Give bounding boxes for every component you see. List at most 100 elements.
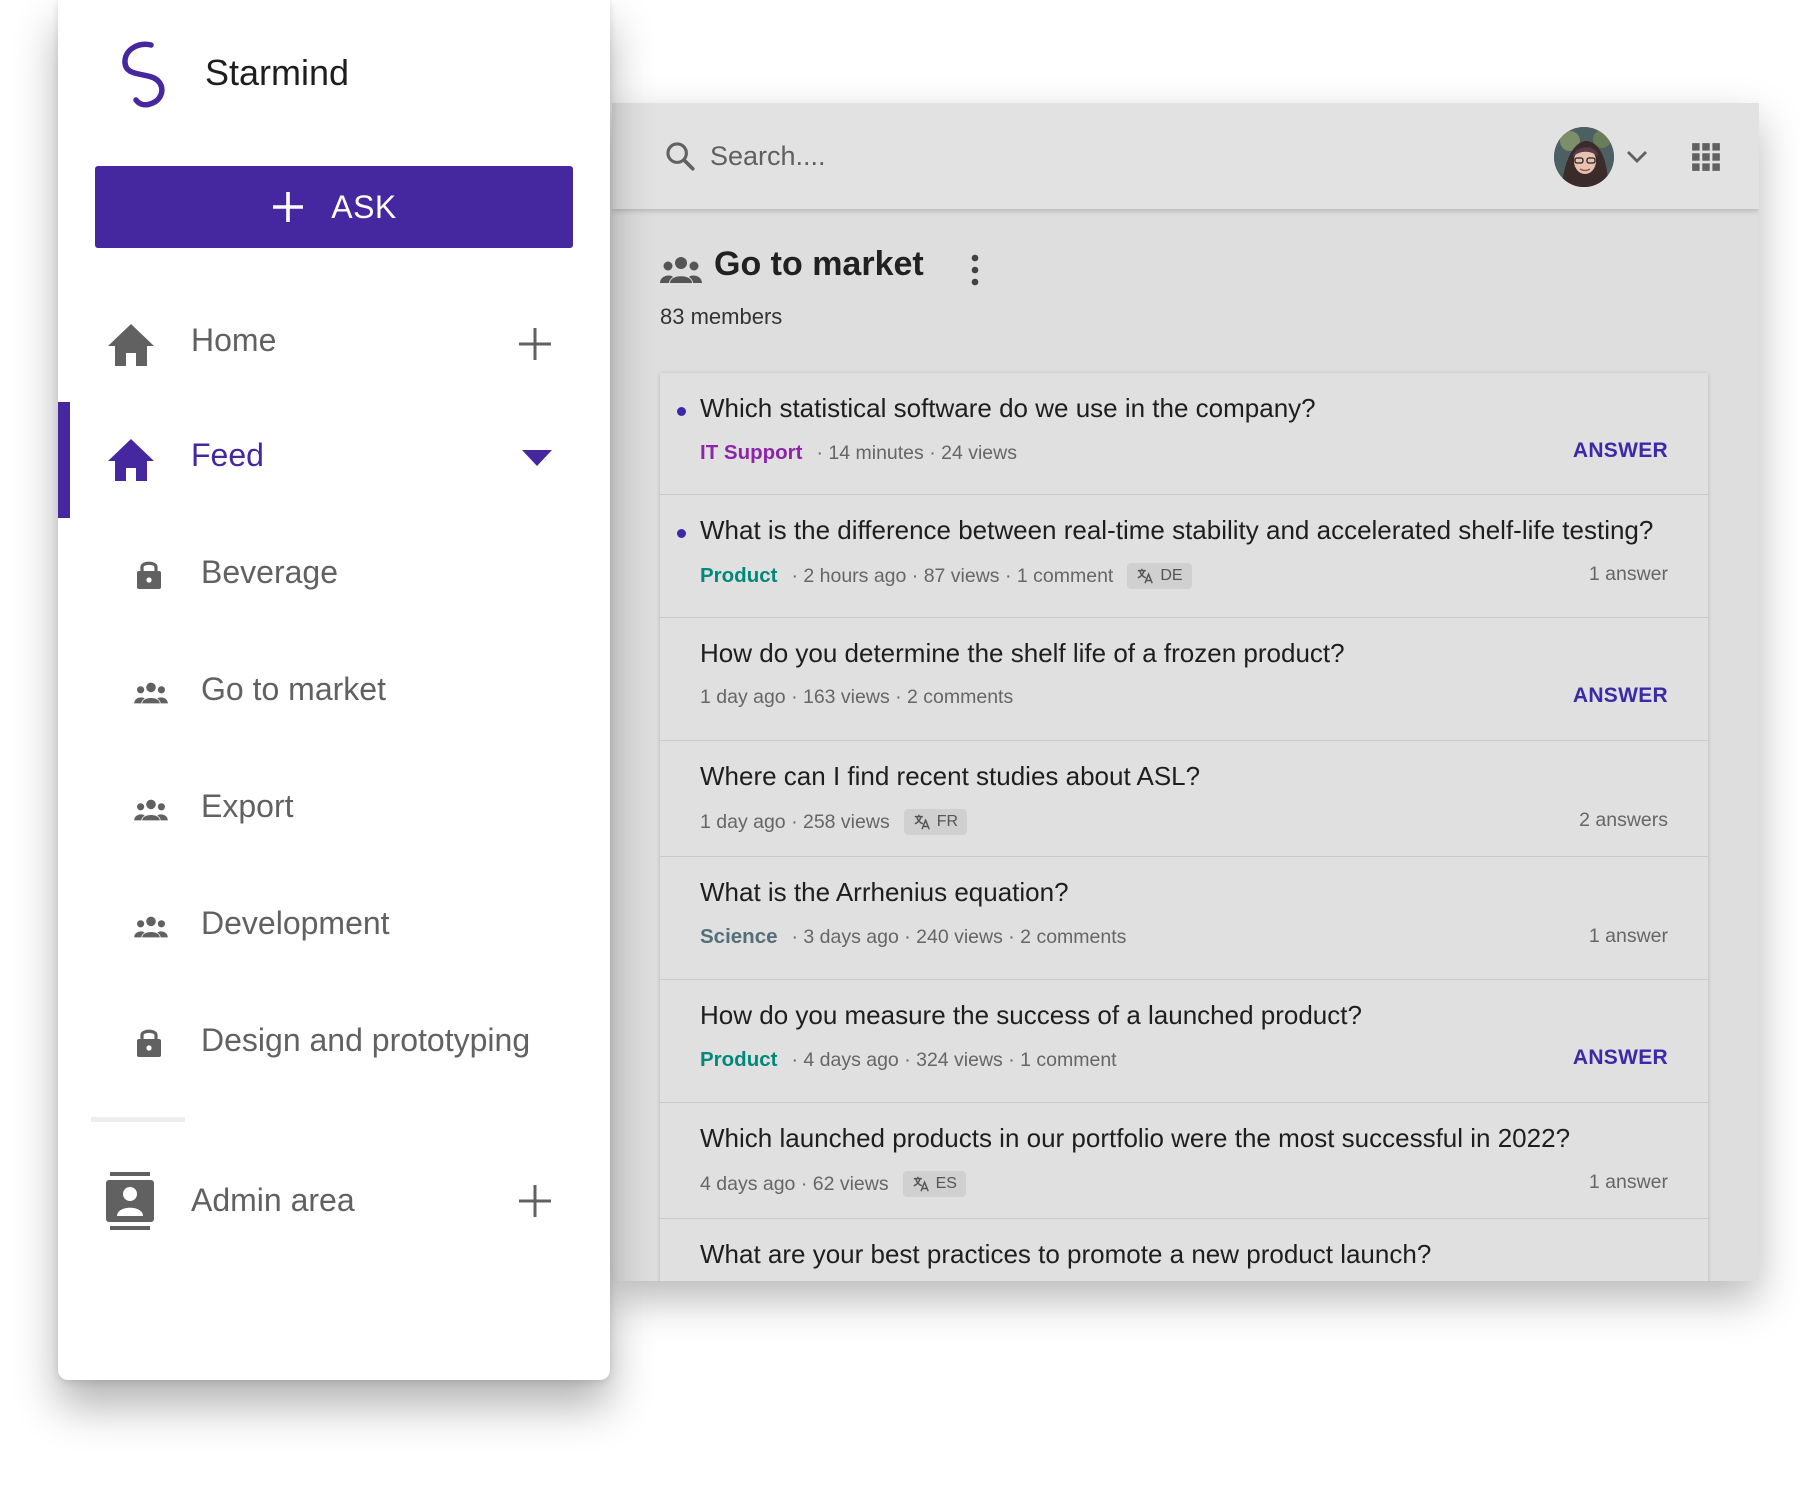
ask-button[interactable]: ASK [95, 166, 573, 248]
starmind-logo-icon[interactable] [114, 38, 174, 110]
question-meta: Product · 4 days ago · 324 views · 1 comm… [700, 1048, 1117, 1072]
sidebar-item-go-to-market[interactable]: Go to market [58, 637, 610, 747]
sidebar: Starmind ASK Home Feed Beverage Go to ma… [58, 0, 610, 1380]
question-stats: · 14 minutes · 24 views [816, 441, 1017, 464]
sidebar-item-beverage[interactable]: Beverage [58, 520, 610, 630]
sidebar-item-label: Export [201, 788, 294, 824]
question-title[interactable]: What are your best practices to promote … [700, 1239, 1431, 1270]
group-member-count: 83 members [660, 304, 783, 329]
question-list: Which statistical software do we use in … [660, 373, 1708, 1281]
sidebar-item-label: Go to market [201, 671, 386, 707]
question-title[interactable]: How do you measure the success of a laun… [700, 1000, 1362, 1031]
question-stats: 1 day ago · 258 views [700, 810, 890, 833]
answer-count[interactable]: 1 answer [1589, 563, 1668, 586]
question-item[interactable]: How do you determine the shelf life of a… [660, 618, 1708, 741]
language-badge: FR [903, 809, 968, 835]
language-code: ES [935, 1175, 957, 1192]
group-icon [660, 257, 702, 283]
sidebar-item-label: Admin area [191, 1182, 355, 1218]
sidebar-item-development[interactable]: Development [58, 871, 610, 981]
question-item[interactable]: What is the Arrhenius equation? Science · … [660, 857, 1708, 980]
avatar-image [1554, 127, 1614, 187]
question-stats: · 2 hours ago · 87 views · 1 comment [791, 564, 1114, 587]
topic-tag[interactable]: Product [700, 1048, 777, 1072]
sidebar-item-export[interactable]: Export [58, 754, 610, 864]
caret-down-icon[interactable] [520, 448, 554, 468]
sidebar-item-label: Feed [191, 437, 264, 473]
question-stats: 4 days ago · 62 views [700, 1172, 889, 1195]
sidebar-item-label: Home [191, 322, 277, 358]
admin-contact-icon [106, 1172, 154, 1230]
lock-icon [137, 561, 161, 589]
sidebar-item-label: Development [201, 905, 390, 941]
question-title[interactable]: What is the Arrhenius equation? [700, 877, 1069, 908]
question-title[interactable]: What is the difference between real-time… [700, 515, 1653, 546]
user-avatar[interactable] [1554, 127, 1614, 187]
topic-tag[interactable]: Science [700, 925, 778, 949]
sidebar-item-home[interactable]: Home [58, 290, 610, 400]
chevron-down-icon[interactable] [1624, 147, 1650, 167]
answer-count[interactable]: 1 answer [1589, 925, 1668, 948]
brand-name: Starmind [205, 52, 350, 93]
question-title[interactable]: Which statistical software do we use in … [700, 393, 1316, 424]
question-meta: Product · 2 hours ago · 87 views · 1 comm… [700, 563, 1192, 589]
question-meta: Science · 3 days ago · 240 views · 2 comm… [700, 925, 1126, 949]
search-input[interactable] [710, 133, 1230, 179]
question-stats: · 3 days ago · 240 views · 2 comments [791, 925, 1127, 948]
active-indicator [58, 402, 70, 518]
translate-icon [914, 814, 930, 830]
top-bar [612, 103, 1759, 209]
language-badge: DE [1127, 563, 1192, 589]
language-code: DE [1160, 567, 1183, 584]
sidebar-item-label: Design and prototyping [201, 1022, 531, 1058]
topic-tag[interactable]: IT Support [700, 441, 802, 465]
sidebar-item-admin-area[interactable]: Admin area [58, 1148, 610, 1258]
language-badge: ES [902, 1171, 966, 1197]
app-stage: Go to market 83 members Which statistica… [0, 0, 1800, 1494]
question-title[interactable]: How do you determine the shelf life of a… [700, 638, 1345, 669]
topic-tag[interactable]: Product [700, 564, 777, 588]
question-item[interactable]: Which statistical software do we use in … [660, 373, 1708, 495]
group-icon [134, 916, 168, 938]
unread-indicator [677, 407, 686, 416]
more-vert-icon[interactable] [968, 253, 982, 287]
question-title[interactable]: Where can I find recent studies about AS… [700, 761, 1200, 792]
question-item[interactable]: What are your best practices to promote … [660, 1219, 1708, 1281]
translate-icon [1137, 568, 1154, 584]
add-icon[interactable] [518, 1184, 552, 1218]
sidebar-item-design-and-prototyping[interactable]: Design and prototyping [58, 988, 610, 1098]
home-icon [108, 439, 154, 481]
question-meta: 1 day ago · 258 views FR [700, 809, 968, 835]
question-item[interactable]: Where can I find recent studies about AS… [660, 741, 1708, 857]
group-icon [134, 799, 168, 821]
answer-button[interactable]: ANSWER [1573, 1046, 1668, 1070]
main-window: Go to market 83 members Which statistica… [612, 103, 1759, 1281]
question-title[interactable]: Which launched products in our portfolio… [700, 1123, 1570, 1154]
search-icon [666, 142, 695, 171]
lock-icon [137, 1029, 161, 1057]
answer-count[interactable]: 2 answers [1579, 809, 1668, 832]
unread-indicator [677, 529, 686, 538]
group-icon [134, 682, 168, 704]
sidebar-item-feed[interactable]: Feed [58, 402, 610, 518]
sidebar-item-label: Beverage [201, 554, 338, 590]
question-stats: · 4 days ago · 324 views · 1 comment [791, 1048, 1117, 1071]
home-icon [108, 324, 154, 366]
answer-button[interactable]: ANSWER [1573, 439, 1668, 463]
answer-button[interactable]: ANSWER [1573, 684, 1668, 708]
translate-icon [913, 1176, 929, 1192]
add-icon[interactable] [518, 327, 552, 361]
question-meta: IT Support · 14 minutes · 24 views [700, 441, 1017, 465]
plus-icon [273, 192, 304, 222]
group-title: Go to market [714, 245, 924, 283]
ask-button-label: ASK [331, 188, 397, 225]
question-item[interactable]: Which launched products in our portfolio… [660, 1103, 1708, 1219]
language-code: FR [936, 813, 959, 830]
apps-grid-icon[interactable] [1690, 141, 1722, 173]
answer-count[interactable]: 1 answer [1589, 1171, 1668, 1194]
question-meta: 1 day ago · 163 views · 2 comments [700, 686, 1013, 709]
question-item[interactable]: How do you measure the success of a laun… [660, 980, 1708, 1103]
sidebar-divider [91, 1117, 185, 1122]
question-meta: 4 days ago · 62 views ES [700, 1171, 966, 1197]
question-item[interactable]: What is the difference between real-time… [660, 495, 1708, 618]
